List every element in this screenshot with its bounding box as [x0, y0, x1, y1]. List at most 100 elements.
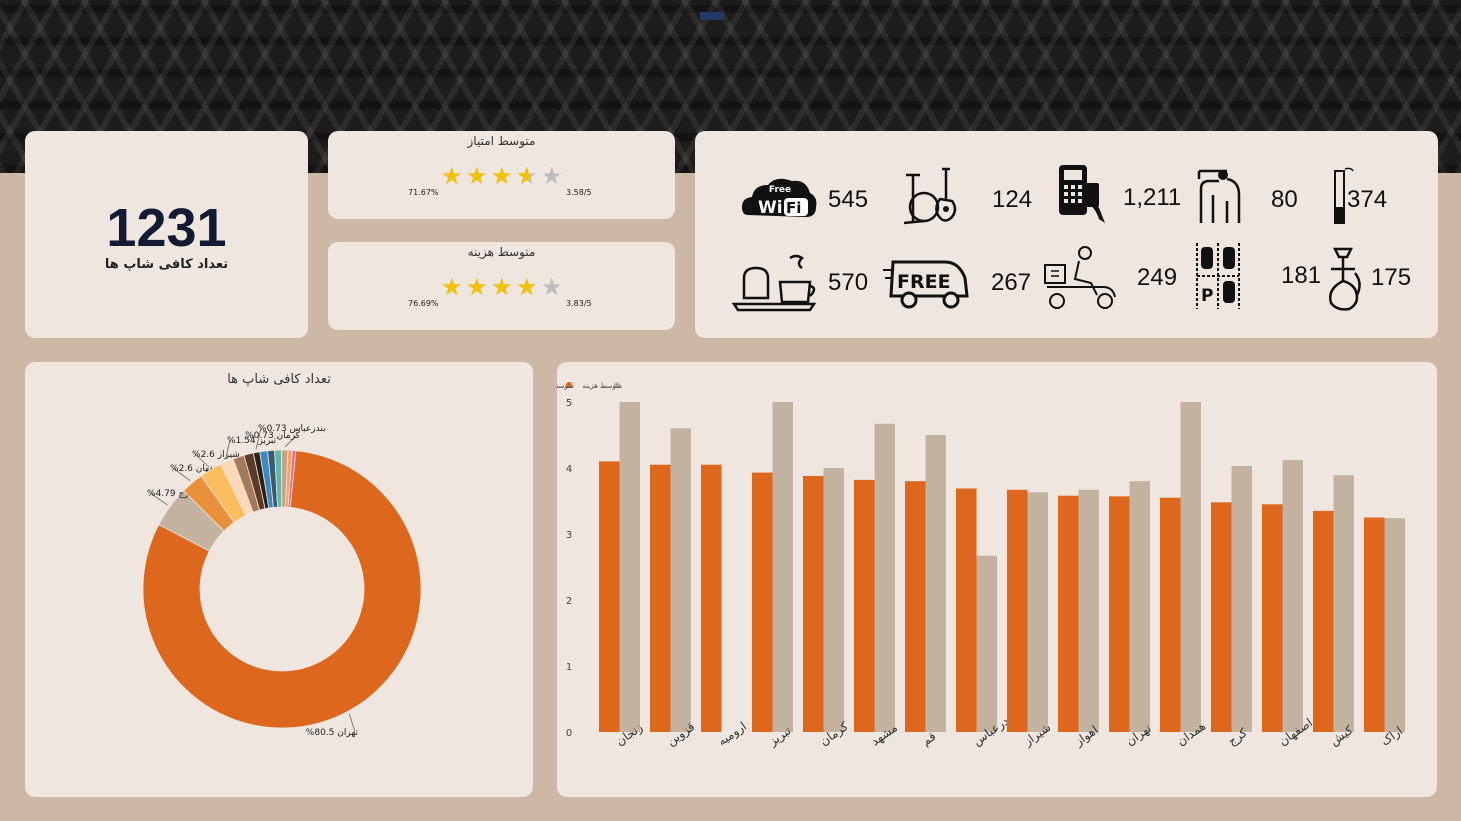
- svg-text:P: P: [1201, 286, 1213, 306]
- cost-stars: ★★★★★★★★★★: [441, 275, 564, 299]
- card-payment-icon: [1059, 165, 1105, 223]
- bar-score: [1007, 489, 1028, 732]
- parking-icon: P: [1196, 243, 1240, 309]
- cost-rating-title: متوسط هزینه: [467, 245, 536, 259]
- amenity-card-payment-value: 1,211: [1123, 184, 1182, 211]
- bar-cost: [772, 402, 793, 732]
- bar-score: [1262, 504, 1283, 732]
- hookah-icon: [1329, 247, 1361, 311]
- bar-score: [1313, 510, 1334, 732]
- score-rating-title: متوسط امتیاز: [467, 134, 536, 148]
- cost-star-4: ★ ★: [516, 273, 538, 301]
- amenity-hookah: 175: [1323, 243, 1461, 313]
- bar-cost: [1129, 481, 1150, 732]
- score-star-2: ★ ★: [466, 162, 488, 190]
- cost-rating-card: متوسط هزینه ★★★★★★★★★★ 76.69% 3.83/5: [328, 242, 675, 330]
- bar-cost: [1180, 402, 1201, 732]
- amenity-free-delivery-value: 267: [991, 269, 1032, 296]
- score-rating-card: متوسط امتیاز ★★★★★★★★★★ 71.67% 3.58/5: [328, 131, 675, 219]
- legend-label: متوسط امتیاز: [557, 382, 574, 390]
- score-star-1: ★ ★: [441, 162, 463, 190]
- donut-label: تهران 80.5%: [306, 728, 359, 738]
- amenity-music: 124: [900, 165, 1080, 235]
- bar-score: [701, 464, 722, 732]
- amenity-smoking-value: 374: [1347, 186, 1388, 213]
- bar-cost: [1231, 466, 1252, 732]
- bar-score: [599, 461, 620, 732]
- score-stars: ★★★★★★★★★★: [441, 164, 564, 188]
- svg-text:Fi: Fi: [786, 199, 801, 217]
- bar-score: [854, 479, 875, 732]
- bar-chart: 012345متوسط امتیازمتوسط هزینهزنجانقزوینا…: [557, 382, 1406, 750]
- bar-cost: [976, 555, 997, 732]
- donut-label: شیراز 2.6%: [192, 450, 240, 460]
- amenity-wifi-value: 545: [828, 186, 869, 213]
- bar-score: [803, 475, 824, 732]
- cafe-count-label: تعداد کافی شاپ ها: [104, 257, 229, 272]
- y-tick-label: 5: [566, 398, 572, 409]
- score-star-5: ★★: [541, 162, 563, 190]
- bar-cost: [1078, 489, 1099, 732]
- score-star-3: ★ ★: [491, 162, 513, 190]
- bar-cost: [619, 402, 640, 732]
- amenity-parking-value: 181: [1281, 262, 1322, 289]
- bar-chart-card: 012345متوسط امتیازمتوسط هزینهزنجانقزوینا…: [557, 362, 1437, 797]
- amenity-hookah-value: 175: [1371, 264, 1412, 291]
- y-tick-label: 3: [566, 530, 572, 541]
- cost-percent: 76.69%: [408, 299, 439, 308]
- amenity-wifi: Free Wi Fi 545: [740, 165, 920, 235]
- delivery-scooter-icon: [1044, 246, 1116, 309]
- amenity-disabled-access-value: 80: [1271, 186, 1298, 213]
- cost-star-2: ★ ★: [466, 273, 488, 301]
- cafe-count-card: 1231 تعداد کافی شاپ ها: [25, 131, 308, 338]
- amenity-music-value: 124: [992, 186, 1033, 213]
- bar-score: [1364, 517, 1385, 732]
- bar-score: [1109, 496, 1130, 732]
- y-tick-label: 2: [566, 596, 572, 607]
- bar-score: [1160, 497, 1181, 732]
- amenity-breakfast-value: 570: [828, 269, 869, 296]
- bar-cost: [1027, 492, 1048, 732]
- donut-label: کرمان 0.73%: [245, 431, 301, 441]
- disabled-access-icon: [1197, 169, 1241, 223]
- free-delivery-icon: FREE: [883, 260, 969, 309]
- bar-cost: [1282, 460, 1303, 732]
- donut-chart-card: تعداد کافی شاپ ها تهران 80.5% کرج 4.79% اص…: [25, 362, 533, 797]
- score-star-4: ★ ★: [516, 162, 538, 190]
- bar-score: [752, 472, 773, 732]
- y-tick-label: 0: [566, 728, 572, 739]
- free-wifi-icon: Free Wi Fi: [742, 178, 817, 218]
- bar-cost: [823, 468, 844, 732]
- cafe-count-value: 1231: [106, 198, 227, 258]
- score-ratio: 3.58/5: [566, 188, 592, 197]
- cost-star-5: ★★: [541, 273, 563, 301]
- amenity-delivery-scooter-value: 249: [1137, 264, 1178, 291]
- donut-chart: تهران 80.5%کرج 4.79%اصفهان 2.6%شیراز 2.6…: [142, 424, 422, 738]
- bar-score: [905, 481, 926, 732]
- bar-cost: [670, 428, 691, 732]
- amenities-card: Free Wi Fi 545 124 1,211 80 374 570 FREE…: [695, 131, 1438, 338]
- cost-star-1: ★ ★: [441, 273, 463, 301]
- bar-cost: [874, 423, 895, 732]
- bar-score: [1058, 495, 1079, 732]
- bar-cost: [1333, 475, 1354, 732]
- bar-cost: [1384, 518, 1405, 732]
- live-music-icon: [903, 167, 957, 225]
- amenity-free-delivery: FREE 267: [883, 248, 1063, 318]
- y-tick-label: 4: [566, 464, 572, 475]
- svg-text:Free: Free: [769, 185, 791, 195]
- score-percent: 71.67%: [408, 188, 439, 197]
- svg-text:Wi: Wi: [758, 198, 783, 218]
- cost-ratio: 3.83/5: [566, 299, 592, 308]
- svg-text:FREE: FREE: [897, 271, 951, 293]
- x-tick-label: قم: [919, 729, 938, 748]
- bar-score: [650, 464, 671, 732]
- breakfast-icon: [731, 254, 817, 312]
- cost-star-3: ★ ★: [491, 273, 513, 301]
- bar-score: [956, 488, 977, 732]
- header-mark: [700, 12, 724, 20]
- y-tick-label: 1: [566, 662, 572, 673]
- bar-score: [1211, 502, 1232, 732]
- amenity-smoking: 374: [1325, 165, 1461, 235]
- legend-label: متوسط هزینه: [582, 382, 622, 390]
